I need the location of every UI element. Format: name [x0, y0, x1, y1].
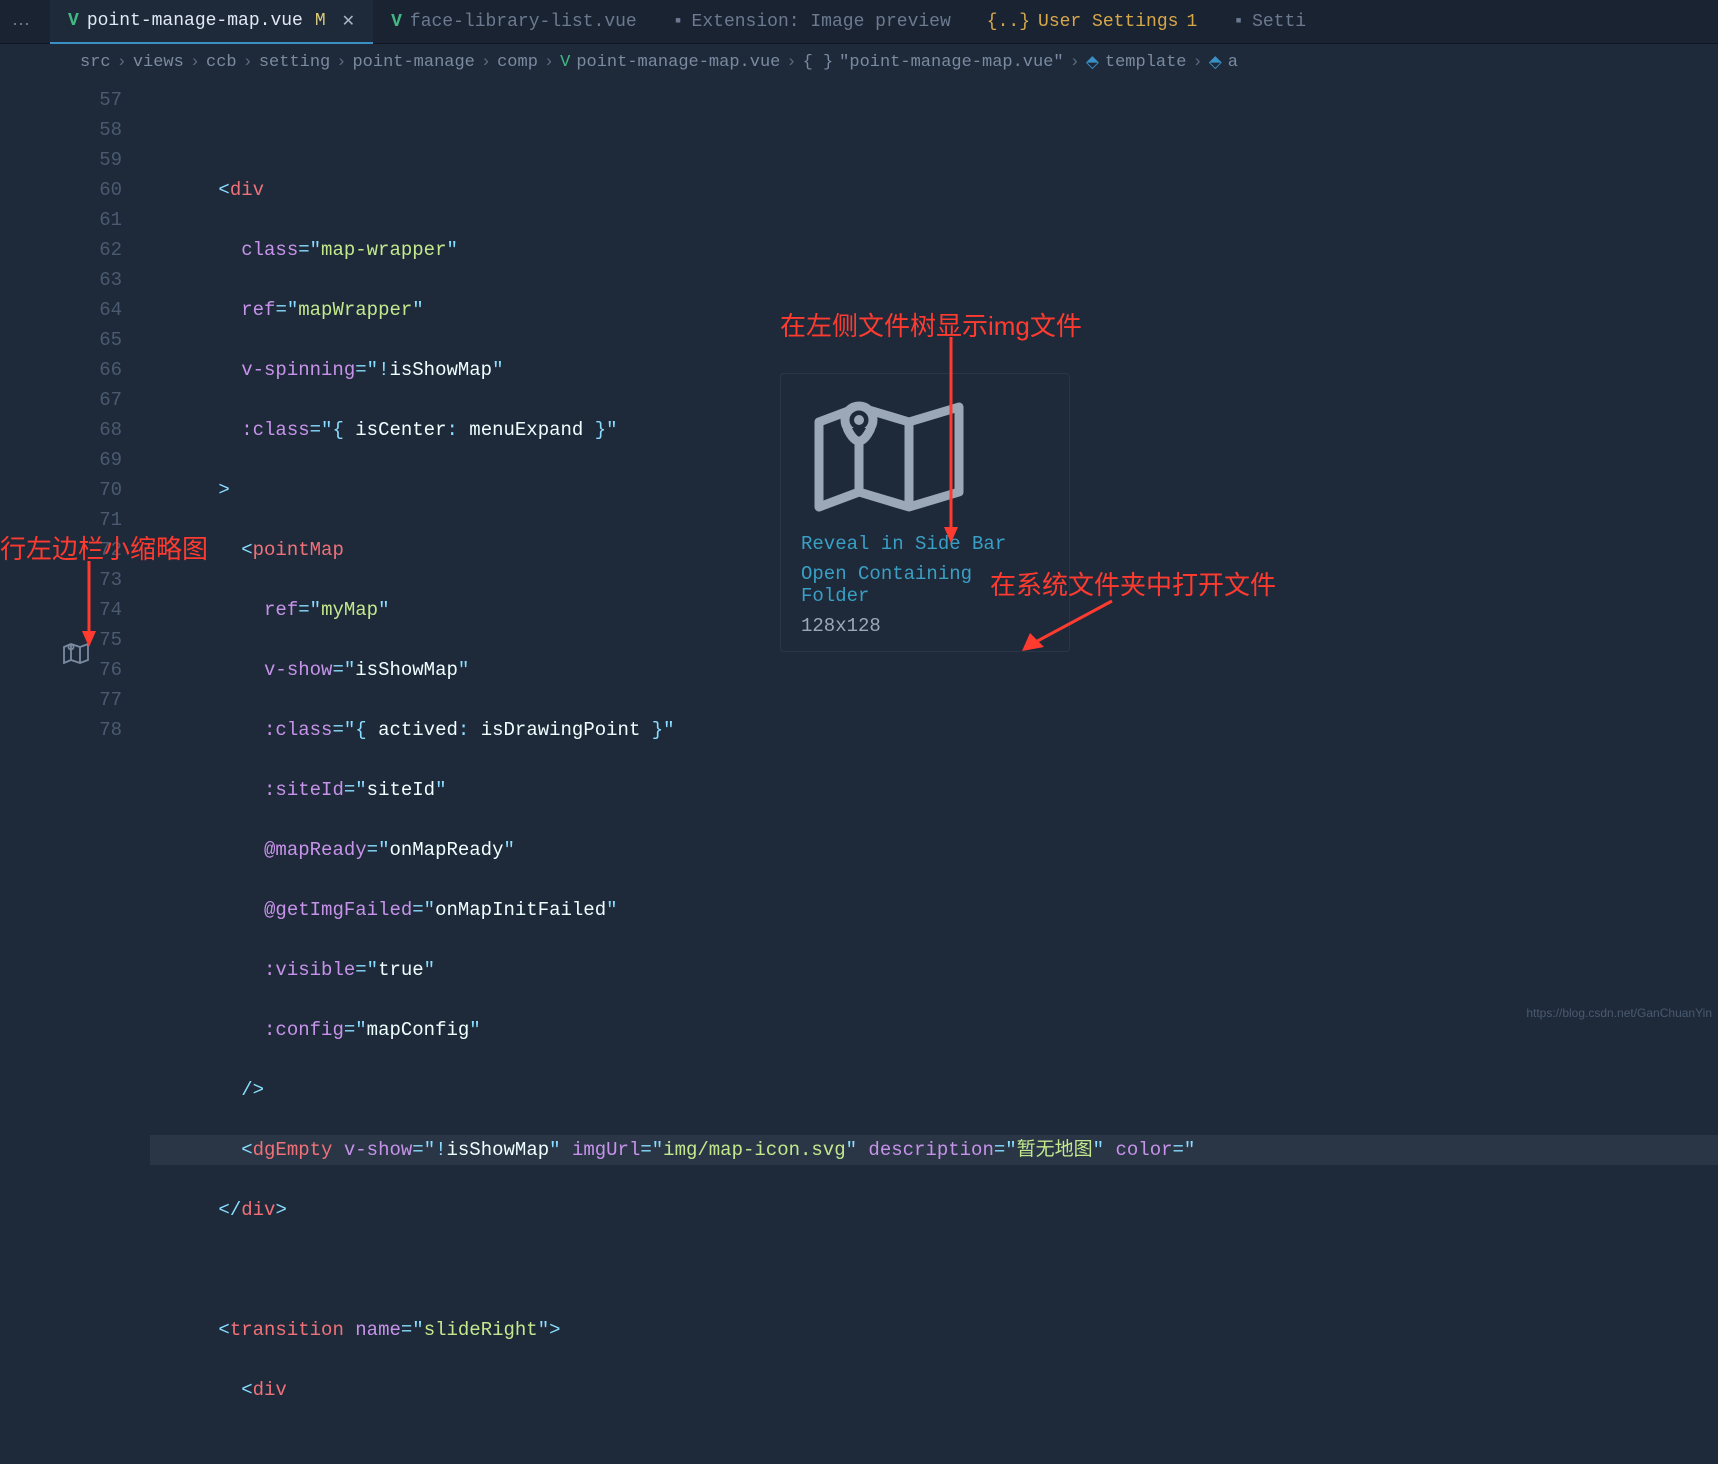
breadcrumb-part[interactable]: ccb [206, 53, 237, 72]
breadcrumb-template[interactable]: template [1105, 53, 1187, 72]
vue-icon: V [391, 12, 402, 32]
breadcrumb-part[interactable]: point-manage [352, 53, 474, 72]
settings-icon: {..} [987, 12, 1030, 32]
cube-icon: ⬘ [1209, 52, 1222, 73]
tab-user-settings[interactable]: {..} User Settings 1 [969, 0, 1215, 44]
close-icon[interactable]: ✕ [342, 11, 355, 31]
code-editor[interactable]: 57 58 59 60 61 62 63 64 65 66 67 68 69 7… [0, 81, 1718, 1464]
tab-settings-overflow[interactable]: ▪ Setti [1215, 0, 1324, 44]
extension-icon: ▪ [1233, 12, 1244, 32]
tab-extension-image-preview[interactable]: ▪ Extension: Image preview [655, 0, 969, 44]
breadcrumb-part[interactable]: src [80, 53, 111, 72]
image-dimensions: 128x128 [801, 615, 1049, 637]
tab-label: point-manage-map.vue [87, 11, 303, 31]
brace-icon: { } [803, 53, 834, 72]
breadcrumb-file[interactable]: point-manage-map.vue [576, 53, 780, 72]
gutter-thumbnail-icon[interactable] [63, 642, 89, 664]
code-content[interactable]: <div class="map-wrapper" ref="mapWrapper… [150, 81, 1718, 1464]
tab-label: face-library-list.vue [410, 12, 637, 32]
breadcrumb-part[interactable]: comp [497, 53, 538, 72]
extension-icon: ▪ [673, 12, 684, 32]
map-icon [809, 392, 969, 512]
vue-icon: V [560, 53, 570, 72]
tab-point-manage-map[interactable]: V point-manage-map.vue M ✕ [50, 0, 373, 44]
tab-bar: V point-manage-map.vue M ✕ V face-librar… [0, 0, 1718, 44]
tab-label: User Settings [1038, 12, 1178, 32]
tab-label: Extension: Image preview [692, 12, 951, 32]
breadcrumb[interactable]: src› views› ccb› setting› point-manage› … [0, 44, 1718, 81]
modified-badge: M [315, 11, 326, 31]
line-gutter: 57 58 59 60 61 62 63 64 65 66 67 68 69 7… [0, 81, 150, 1464]
image-preview-popup: Reveal in Side Bar Open Containing Folde… [780, 373, 1070, 652]
breadcrumb-symbol[interactable]: "point-manage-map.vue" [839, 53, 1063, 72]
tab-label: Setti [1252, 12, 1306, 32]
watermark: https://blog.csdn.net/GanChuanYin [1526, 1006, 1712, 1020]
cube-icon: ⬘ [1086, 52, 1099, 73]
activity-menu[interactable]: ⋯ [12, 14, 28, 36]
open-containing-folder-link[interactable]: Open Containing Folder [801, 563, 1049, 607]
reveal-in-sidebar-link[interactable]: Reveal in Side Bar [801, 533, 1049, 555]
vue-icon: V [68, 11, 79, 31]
breadcrumb-last[interactable]: a [1228, 53, 1238, 72]
breadcrumb-part[interactable]: views [133, 53, 184, 72]
tab-face-library-list[interactable]: V face-library-list.vue [373, 0, 655, 44]
settings-badge: 1 [1186, 12, 1197, 32]
breadcrumb-part[interactable]: setting [259, 53, 330, 72]
